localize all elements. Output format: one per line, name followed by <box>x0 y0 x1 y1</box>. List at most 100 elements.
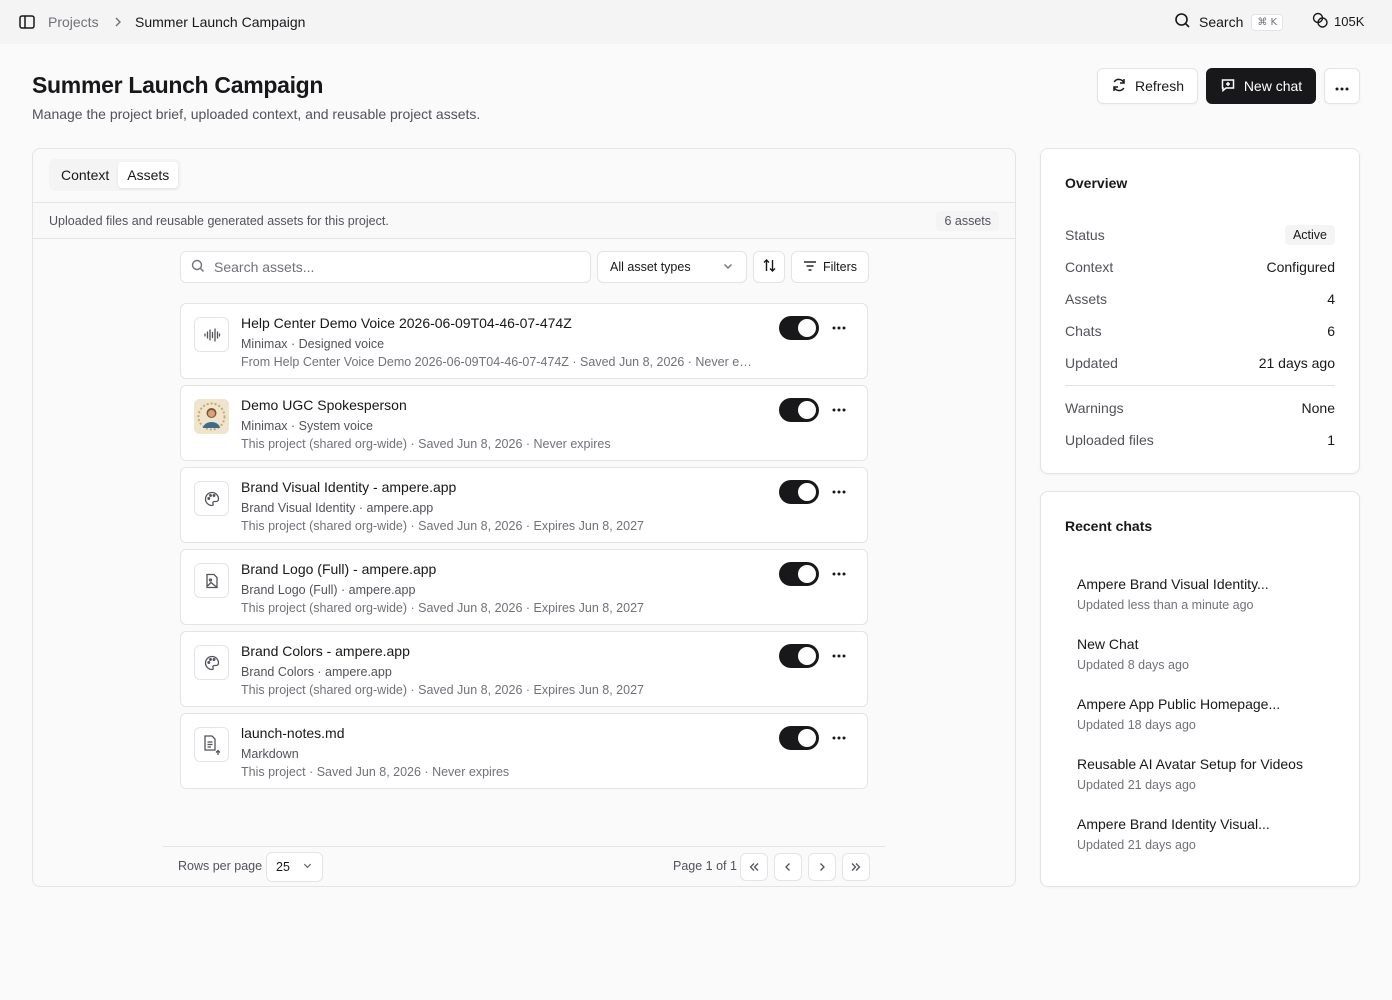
tab-context[interactable]: Context <box>52 162 118 188</box>
search-shortcut: ⌘ K <box>1251 13 1284 31</box>
refresh-icon <box>1111 77 1127 96</box>
filters-label: Filters <box>822 260 858 274</box>
asset-row[interactable]: Demo UGC Spokesperson Minimax · System v… <box>180 385 868 461</box>
asset-row[interactable]: Brand Colors - ampere.app Brand Colors ·… <box>180 631 868 707</box>
chat-updated: Updated 18 days ago <box>1077 718 1196 732</box>
ellipsis-icon <box>832 490 846 494</box>
asset-enabled-toggle[interactable] <box>779 480 819 504</box>
overview-key: Assets <box>1065 291 1108 307</box>
overview-value: 21 days ago <box>1258 355 1335 371</box>
chat-title: Ampere App Public Homepage... <box>1077 696 1281 712</box>
asset-title: launch-notes.md <box>241 725 345 741</box>
message-plus-icon <box>1220 77 1236 96</box>
tabs: Context Assets <box>49 159 182 191</box>
toggle-knob <box>798 319 816 337</box>
overview-divider <box>1065 385 1335 386</box>
assets-count-badge: 6 assets <box>936 211 999 231</box>
toggle-knob <box>798 729 816 747</box>
asset-meta: This project (shared org-wide) · Saved J… <box>241 437 611 451</box>
next-page-button[interactable] <box>808 853 836 881</box>
asset-enabled-toggle[interactable] <box>779 644 819 668</box>
asset-meta: From Help Center Voice Demo 2026-06-09T0… <box>241 355 755 369</box>
credits-indicator[interactable]: 105K <box>1312 12 1364 31</box>
recent-chat-item[interactable]: New Chat Updated 8 days ago <box>1077 636 1189 672</box>
asset-row[interactable]: Brand Logo (Full) - ampere.app Brand Log… <box>180 549 868 625</box>
overview-row-context: Context Configured <box>1065 257 1335 277</box>
rows-per-page-select[interactable]: 25 <box>266 852 323 882</box>
asset-type-select[interactable]: All asset types <box>597 251 747 283</box>
overview-key: Context <box>1065 259 1114 275</box>
asset-subtitle: Minimax · System voice <box>241 419 373 433</box>
asset-row[interactable]: Brand Visual Identity - ampere.app Brand… <box>180 467 868 543</box>
chat-updated: Updated 21 days ago <box>1077 778 1196 792</box>
asset-more-button[interactable] <box>827 316 851 340</box>
top-bar: Projects Summer Launch Campaign Search ⌘… <box>0 0 1392 44</box>
assets-search-field[interactable] <box>180 251 591 283</box>
assets-info-bar: Uploaded files and reusable generated as… <box>33 202 1015 239</box>
pagination: Rows per page 25 Page 1 of 1 <box>163 846 885 886</box>
first-page-button[interactable] <box>740 853 768 881</box>
refresh-button[interactable]: Refresh <box>1097 68 1198 104</box>
sort-button[interactable] <box>753 251 785 283</box>
asset-enabled-toggle[interactable] <box>779 562 819 586</box>
overview-row-updated: Updated 21 days ago <box>1065 353 1335 373</box>
overview-row-status: Status Active <box>1065 225 1335 245</box>
asset-more-button[interactable] <box>827 562 851 586</box>
asset-enabled-toggle[interactable] <box>779 316 819 340</box>
credits-value: 105K <box>1334 14 1365 29</box>
ellipsis-icon <box>832 654 846 658</box>
overview-key: Warnings <box>1065 400 1124 416</box>
status-badge: Active <box>1284 225 1335 245</box>
asset-more-button[interactable] <box>827 726 851 750</box>
overview-value: None <box>1301 400 1335 416</box>
rows-per-page-label: Rows per page <box>178 859 263 873</box>
avatar-thumbnail <box>194 399 229 434</box>
asset-meta: This project (shared org-wide) · Saved J… <box>241 601 644 615</box>
new-chat-button[interactable]: New chat <box>1206 68 1316 104</box>
chevrons-left-icon <box>749 863 759 871</box>
ellipsis-icon <box>1335 78 1349 94</box>
sort-arrows-icon <box>762 258 777 276</box>
recent-chat-item[interactable]: Ampere Brand Visual Identity... Updated … <box>1077 576 1269 612</box>
asset-subtitle: Minimax · Designed voice <box>241 337 385 351</box>
filters-button[interactable]: Filters <box>791 251 869 283</box>
asset-meta: This project (shared org-wide) · Saved J… <box>241 683 644 697</box>
recent-chat-item[interactable]: Reusable AI Avatar Setup for Videos Upda… <box>1077 756 1303 792</box>
asset-row[interactable]: launch-notes.md Markdown This project · … <box>180 713 868 789</box>
overview-value: 4 <box>1327 291 1335 307</box>
chevron-right-icon <box>820 863 825 871</box>
global-search-button[interactable]: Search ⌘ K <box>1174 10 1284 34</box>
tab-assets[interactable]: Assets <box>118 162 179 188</box>
assets-search-input[interactable] <box>214 259 574 275</box>
asset-title: Help Center Demo Voice 2026-06-09T04-46-… <box>241 315 572 331</box>
overview-key: Uploaded files <box>1065 432 1154 448</box>
asset-subtitle: Markdown <box>241 747 299 761</box>
page-subtitle: Manage the project brief, uploaded conte… <box>32 106 481 122</box>
asset-more-button[interactable] <box>827 398 851 422</box>
recent-chat-item[interactable]: Ampere Brand Identity Visual... Updated … <box>1077 816 1270 852</box>
audio-waveform-icon <box>194 317 229 352</box>
overview-value: 6 <box>1327 323 1335 339</box>
chat-updated: Updated 21 days ago <box>1077 838 1196 852</box>
recent-chat-item[interactable]: Ampere App Public Homepage... Updated 18… <box>1077 696 1280 732</box>
last-page-button[interactable] <box>842 853 870 881</box>
previous-page-button[interactable] <box>774 853 802 881</box>
chat-title: Ampere Brand Identity Visual... <box>1077 816 1270 832</box>
asset-row[interactable]: Help Center Demo Voice 2026-06-09T04-46-… <box>180 303 868 379</box>
ellipsis-icon <box>832 736 846 740</box>
asset-meta: This project (shared org-wide) · Saved J… <box>241 519 644 533</box>
toggle-knob <box>798 483 816 501</box>
asset-subtitle: Brand Colors · ampere.app <box>241 665 392 679</box>
overview-value: 1 <box>1327 432 1335 448</box>
asset-enabled-toggle[interactable] <box>779 726 819 750</box>
asset-more-button[interactable] <box>827 480 851 504</box>
asset-more-button[interactable] <box>827 644 851 668</box>
asset-enabled-toggle[interactable] <box>779 398 819 422</box>
breadcrumb-projects-link[interactable]: Projects <box>48 14 99 30</box>
palette-icon <box>194 645 229 680</box>
toggle-knob <box>798 401 816 419</box>
sidebar-toggle-icon[interactable] <box>18 13 36 31</box>
more-actions-button[interactable] <box>1324 68 1360 104</box>
overview-value: Configured <box>1266 259 1336 275</box>
breadcrumb-current: Summer Launch Campaign <box>135 14 306 30</box>
